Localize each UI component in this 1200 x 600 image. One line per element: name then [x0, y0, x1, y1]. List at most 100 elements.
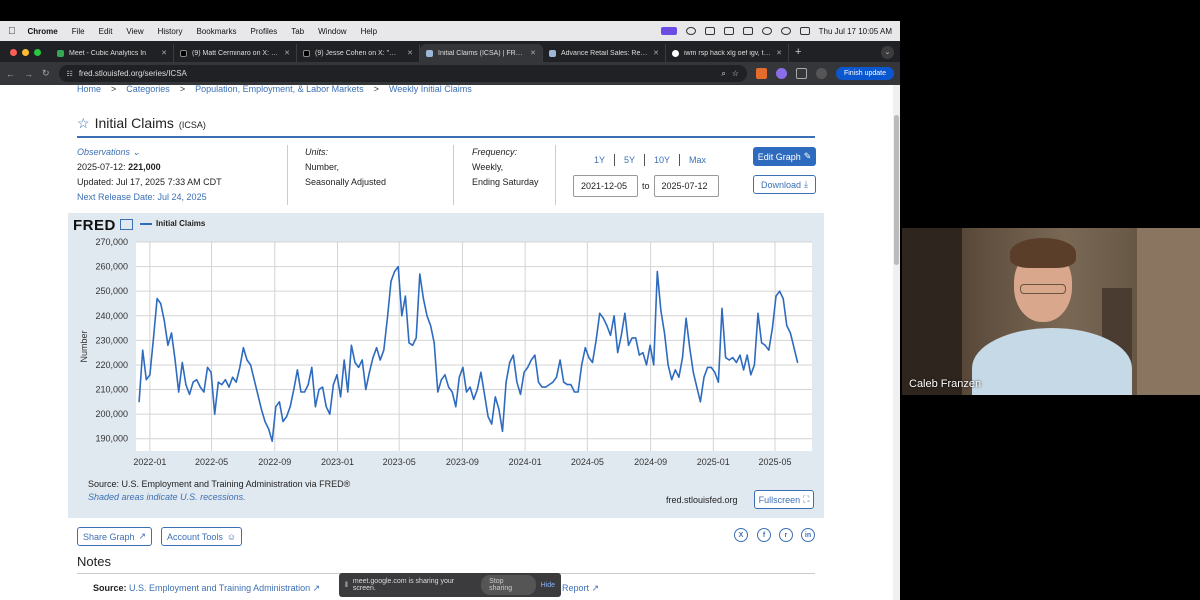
menu-file[interactable]: File [72, 27, 85, 36]
menu-help[interactable]: Help [361, 27, 377, 36]
observations-dropdown[interactable]: Observations [77, 147, 130, 157]
browser-tab[interactable]: Meet - Cubic Analytics In ✕ [51, 44, 174, 62]
zoom-icon[interactable]: ⌕ [721, 69, 725, 79]
data-point [563, 381, 565, 383]
data-point [224, 379, 226, 381]
range-max[interactable]: Max [680, 154, 715, 166]
data-point [271, 440, 273, 442]
data-point [656, 270, 658, 273]
range-5y[interactable]: 5Y [615, 154, 646, 166]
range-1y[interactable]: 1Y [585, 154, 616, 166]
page-scrollbar[interactable] [893, 85, 900, 600]
line-chart[interactable]: 270,000 260,000 250,000 240,000 230,000 220,0… [68, 213, 824, 518]
data-point [188, 393, 191, 395]
y-tick-label: 210,000 [95, 385, 128, 395]
new-tab-icon[interactable]: + [795, 46, 801, 58]
facebook-share-icon[interactable]: f [757, 528, 771, 542]
end-date-input[interactable] [653, 175, 719, 197]
scrollbar-thumb[interactable] [894, 115, 899, 265]
close-tab-icon[interactable]: ✕ [530, 49, 536, 57]
fullscreen-button[interactable]: Fullscreen ⛶ [754, 490, 814, 509]
start-date-input[interactable] [573, 175, 638, 197]
finish-update-button[interactable]: Finish update [835, 67, 894, 80]
extension-icon[interactable] [775, 68, 787, 79]
data-point [300, 391, 302, 393]
chevron-down-icon[interactable]: ⌄ [133, 147, 141, 157]
x-tick-label: 2024-01 [509, 457, 542, 467]
minimize-window-icon[interactable] [22, 49, 29, 56]
menu-tab[interactable]: Tab [291, 27, 304, 36]
search-icon[interactable] [780, 27, 791, 35]
menu-bookmarks[interactable]: Bookmarks [197, 27, 237, 36]
favorite-star-icon[interactable]: ☆ [77, 115, 90, 132]
close-tab-icon[interactable]: ✕ [407, 49, 413, 57]
linkedin-share-icon[interactable]: in [801, 528, 815, 542]
x-share-icon[interactable]: X [734, 528, 748, 542]
source-link[interactable]: U.S. Employment and Training Administrat… [129, 583, 310, 593]
tab-search-icon[interactable]: ⌄ [881, 46, 894, 59]
battery-icon[interactable] [742, 27, 753, 35]
browser-tab[interactable]: iwm rsp hack xlg oef igv, tota ✕ [666, 44, 789, 62]
menu-history[interactable]: History [158, 27, 183, 36]
close-tab-icon[interactable]: ✕ [776, 49, 782, 57]
profile-avatar-icon[interactable] [815, 68, 827, 79]
data-point [775, 295, 777, 297]
zoom-window-icon[interactable] [34, 49, 41, 56]
breadcrumb-population[interactable]: Population, Employment, & Labor Markets [195, 85, 364, 94]
share-graph-button[interactable]: Share Graph ↗ [77, 527, 153, 546]
close-tab-icon[interactable]: ✕ [161, 49, 167, 57]
breadcrumb-categories[interactable]: Categories [126, 85, 170, 94]
hide-button[interactable]: Hide [541, 582, 555, 589]
account-tools-button[interactable]: Account Tools ☺ [161, 527, 243, 546]
record-icon[interactable] [685, 27, 696, 35]
data-point [160, 302, 162, 305]
extension-icon[interactable] [755, 68, 767, 79]
stop-sharing-button[interactable]: Stop sharing [481, 575, 536, 595]
download-button[interactable]: Download ⤓ [753, 175, 816, 194]
display-icon[interactable] [723, 27, 734, 35]
close-window-icon[interactable] [10, 49, 17, 56]
report-link[interactable]: Report ↗ [562, 583, 599, 594]
apple-icon[interactable]:  [8, 26, 16, 37]
menu-profiles[interactable]: Profiles [251, 27, 278, 36]
date-to-label: to [642, 181, 650, 191]
app-icon[interactable] [704, 27, 715, 35]
date-range-presets: 1Y 5Y 10Y Max [585, 154, 715, 166]
reload-icon[interactable]: ↻ [42, 68, 50, 79]
data-point [376, 347, 378, 349]
wifi-icon[interactable] [761, 27, 772, 35]
breadcrumb-home[interactable]: Home [77, 85, 101, 94]
browser-tab[interactable]: (9) Matt Cerminaro on X: "Se ✕ [174, 44, 297, 62]
data-point [768, 349, 770, 351]
menu-view[interactable]: View [126, 27, 143, 36]
edit-graph-button[interactable]: Edit Graph ✎ [753, 147, 816, 166]
close-tab-icon[interactable]: ✕ [653, 49, 659, 57]
data-point [555, 376, 558, 378]
menu-app-name[interactable]: Chrome [28, 27, 58, 36]
forward-icon[interactable]: → [24, 69, 33, 79]
control-center-icon[interactable] [799, 27, 810, 35]
menu-edit[interactable]: Edit [99, 27, 113, 36]
next-release-link[interactable]: Next Release Date: Jul 24, 2025 [77, 190, 222, 205]
data-point [728, 359, 730, 361]
screen-share-icon[interactable] [660, 27, 677, 35]
site-info-icon[interactable]: ☷ [67, 70, 73, 78]
back-icon[interactable]: ← [6, 69, 15, 79]
video-tile[interactable]: Caleb Franzen [902, 228, 1200, 395]
menu-datetime[interactable]: Thu Jul 17 10:05 AM [819, 27, 892, 36]
close-tab-icon[interactable]: ✕ [284, 49, 290, 57]
browser-tab[interactable]: Advance Retail Sales: Retail T ✕ [543, 44, 666, 62]
breadcrumb-weekly-claims[interactable]: Weekly Initial Claims [389, 85, 472, 94]
divider [287, 145, 288, 205]
address-bar[interactable]: ☷ fred.stlouisfed.org/series/ICSA ⌕ ☆ [58, 65, 747, 82]
browser-tab-active[interactable]: Initial Claims (ICSA) | FRED | S ✕ [420, 44, 543, 62]
reddit-share-icon[interactable]: r [779, 528, 793, 542]
y-tick-label: 190,000 [95, 434, 128, 444]
data-point [412, 344, 414, 346]
extensions-puzzle-icon[interactable] [795, 68, 807, 79]
browser-tab[interactable]: (9) Jesse Cohen on X: "❗ Ju ✕ [297, 44, 420, 62]
menu-window[interactable]: Window [318, 27, 346, 36]
range-10y[interactable]: 10Y [645, 154, 681, 166]
x-tick-label: 2025-05 [758, 457, 791, 467]
bookmark-star-icon[interactable]: ☆ [732, 69, 739, 78]
